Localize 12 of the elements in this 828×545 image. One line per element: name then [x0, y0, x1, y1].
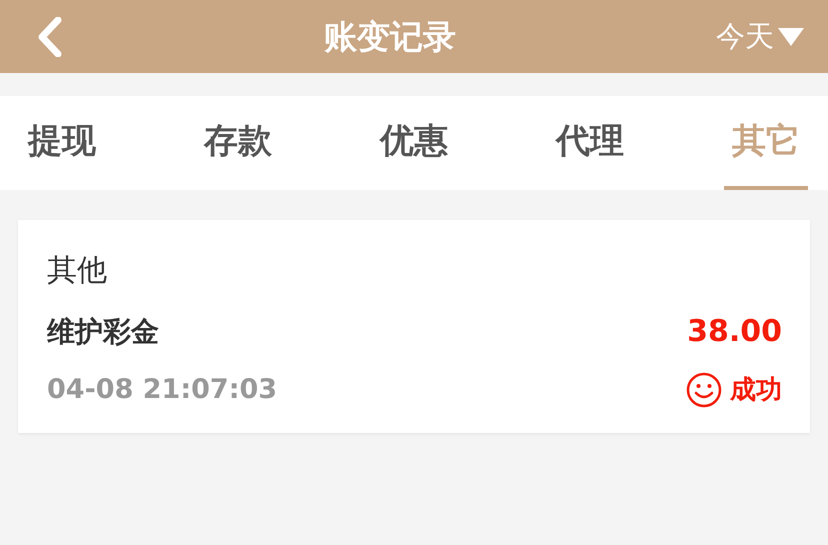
record-time: 04-08 21:07:03	[47, 373, 278, 407]
tab[interactable]: 存款	[196, 96, 280, 190]
tab[interactable]: 提现	[20, 96, 104, 190]
page-title: 账变记录	[324, 16, 456, 58]
record-name: 维护彩金	[47, 314, 159, 350]
record-category: 其他	[47, 252, 108, 290]
record-amount: 38.00	[687, 313, 782, 351]
record-status: 成功	[730, 374, 782, 407]
tab[interactable]: 优惠	[372, 96, 456, 190]
caret-icon	[778, 28, 804, 46]
tab[interactable]: 代理	[548, 96, 632, 190]
smiley-icon	[686, 372, 722, 408]
